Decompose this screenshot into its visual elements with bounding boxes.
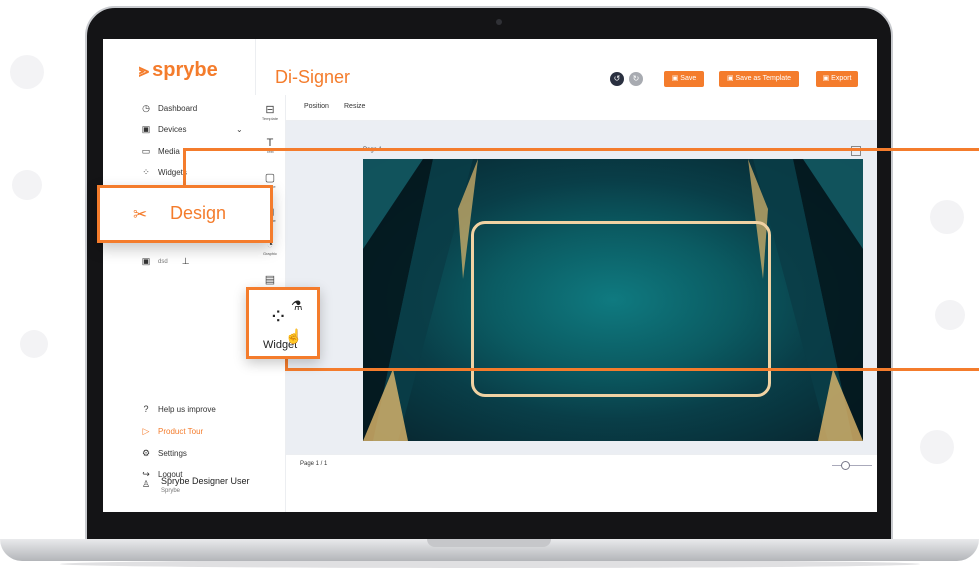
zoom-slider-handle[interactable] [841,461,850,470]
settings-icon: ⚙ [141,448,151,458]
webcam [496,19,502,25]
sidebar-mini-item[interactable]: ▣ dsd ⊥ [141,256,191,267]
tool-text[interactable]: T Text [255,137,285,154]
sidebar-item-label: Media [158,147,180,156]
sidebar-item-devices[interactable]: ▣ Devices [141,124,187,135]
template-icon: ⊟ [265,104,275,116]
design-callout-label: Design [170,203,227,223]
sidebar-item-label: Devices [158,125,187,134]
sprybe-logo[interactable]: ⪢ sprybe [139,59,218,82]
sidebar-item-help[interactable]: ? Help us improve [141,404,216,414]
save-as-template-button[interactable]: ▣ Save as Template [719,71,799,87]
sidebar: ⪢ sprybe ◷ Dashboard ▣ Devices ⌄ ▭ Media… [103,39,256,512]
sidebar-item-product-tour[interactable]: ▷ Product Tour [141,426,204,437]
stand-icon: ⊥ [181,256,190,266]
save-label: Save [680,75,697,82]
callout-line [285,368,979,371]
sidebar-item-label: Dashboard [158,104,198,113]
background-dot [10,55,44,89]
widgets-grid-icon: ⁘ [269,304,288,329]
sidebar-item-widgets[interactable]: ⁘ Widgets [141,167,187,178]
flask-icon: ⚗ [291,298,303,313]
app-title: Di-Signer [275,67,351,87]
background-dot [935,300,965,330]
save-as-template-label: Save as Template [735,75,792,82]
widget-callout[interactable]: ⁘ ⚗ Widget ☝ [246,287,320,359]
sidebar-mini-label: dsd [158,258,168,265]
screen-icon: ▣ [141,256,151,266]
pointer-hand-icon: ☝ [285,328,303,344]
user-org: Sprybe [161,488,181,494]
tool-gallery[interactable]: ▤ [255,273,285,286]
laptop-notch [427,539,551,547]
media-icon: ▭ [141,146,151,156]
export-icon: ▣ [822,75,832,82]
background-dot [920,430,954,464]
background-dot [20,330,48,358]
user-icon: ♙ [141,479,151,489]
save-icon: ▣ [671,75,681,82]
tab-position[interactable]: Position [304,103,329,110]
background-dot [930,200,964,234]
redo-button[interactable]: ↻ [629,72,643,86]
gallery-icon: ▤ [264,274,276,286]
save-button[interactable]: ▣ Save [664,71,704,87]
canvas-footer: Page 1 / 1 [286,454,877,512]
property-tabs: Position Resize [286,95,877,121]
logo-text: sprybe [152,59,218,81]
sidebar-item-media[interactable]: ▭ Media [141,146,180,157]
chevron-down-icon[interactable]: ⌄ [236,125,243,134]
logo-mark-icon: ⪢ [139,60,150,80]
callout-line [183,150,186,186]
devices-icon: ▣ [141,124,151,134]
tool-label: Template [261,116,279,121]
tool-label: Graphic [262,251,277,256]
zoom-slider-track[interactable] [832,465,872,466]
app-screen: ⪢ sprybe ◷ Dashboard ▣ Devices ⌄ ▭ Media… [103,39,877,512]
template-save-icon: ▣ [726,75,736,82]
image-icon: ▢ [264,172,276,184]
design-tools-icon: ✂ [133,205,148,224]
widgets-icon: ⁘ [142,167,150,177]
sidebar-item-dashboard[interactable]: ◷ Dashboard [141,103,197,114]
tab-resize[interactable]: Resize [344,103,365,110]
dashboard-icon: ◷ [142,103,150,113]
design-card[interactable] [363,159,863,441]
export-button[interactable]: ▣ Export [816,71,858,87]
tool-template[interactable]: ⊟ Template [255,103,285,121]
help-icon: ? [143,404,149,414]
user-name: Sprybe Designer User [161,476,250,486]
sidebar-item-label: Settings [158,449,187,458]
product-tour-icon: ▷ [142,426,150,436]
sidebar-item-label: Help us improve [158,404,216,414]
laptop-shadow [60,560,920,568]
laptop-chin [100,513,880,540]
callout-line [183,148,979,151]
page-count-label: Page 1 / 1 [300,461,328,467]
background-dot [12,170,42,200]
design-callout[interactable]: ✂ Design [97,185,273,243]
undo-button[interactable]: ↺ [610,72,624,86]
sidebar-item-settings[interactable]: ⚙ Settings [141,448,187,459]
export-label: Export [831,75,852,82]
sidebar-item-label: Product Tour [158,427,204,436]
